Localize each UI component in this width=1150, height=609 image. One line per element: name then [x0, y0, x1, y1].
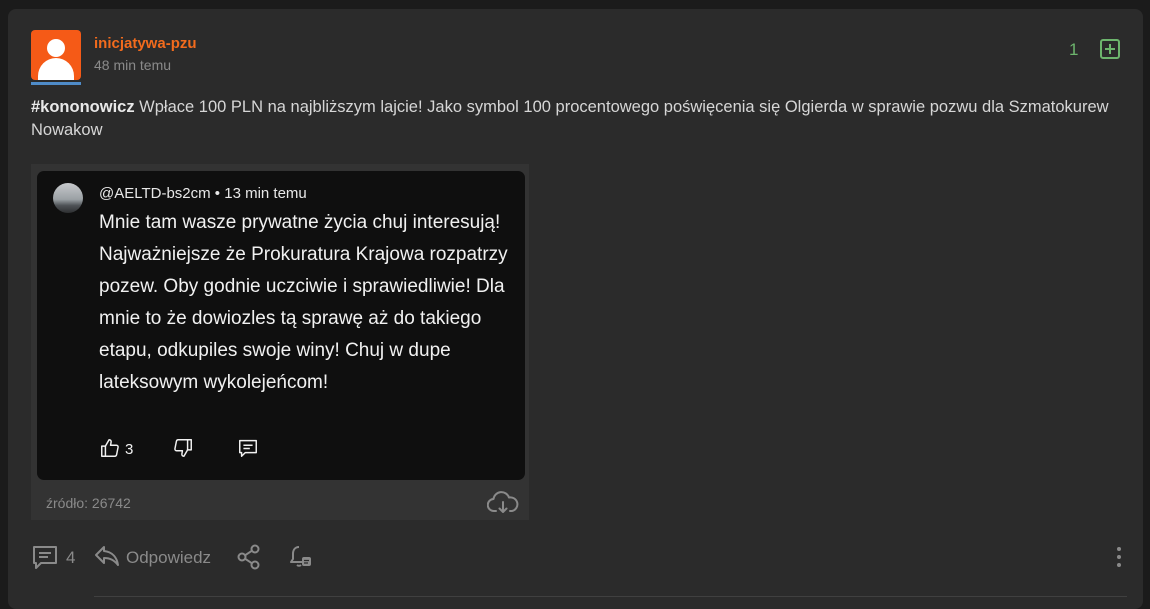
post-text: Wpłace 100 PLN na najbliższym lajcie! Ja…	[31, 98, 1109, 139]
reply-comment-icon	[237, 437, 259, 459]
comment-text: Mnie tam wasze prywatne życia chuj inter…	[99, 212, 508, 393]
embed-container[interactable]: @AELTD-bs2cm • 13 min temu Mnie tam wasz…	[31, 164, 529, 520]
reply-arrow-icon[interactable]	[93, 543, 121, 569]
commenter-header: @AELTD-bs2cm • 13 min temu	[99, 185, 307, 202]
like-icon	[99, 437, 121, 459]
avatar-gender-bar	[31, 82, 81, 85]
like-count: 3	[125, 441, 134, 458]
post-body: #kononowicz Wpłace 100 PLN na najbliższy…	[31, 96, 1121, 142]
cloud-download-icon[interactable]	[487, 491, 519, 515]
bell-icon[interactable]	[286, 543, 314, 571]
comments-count[interactable]: 4	[66, 548, 75, 568]
more-icon[interactable]	[1112, 545, 1126, 569]
commenter-avatar	[53, 183, 83, 213]
embedded-comment-screenshot: @AELTD-bs2cm • 13 min temu Mnie tam wasz…	[37, 171, 525, 480]
author-username[interactable]: inicjatywa-pzu	[94, 35, 197, 52]
author-avatar[interactable]	[31, 30, 81, 85]
comments-divider	[94, 596, 1127, 597]
avatar-image	[31, 30, 81, 80]
image-source[interactable]: źródło: 26742	[46, 495, 131, 511]
plus-vote-icon[interactable]	[1100, 39, 1120, 59]
comments-icon[interactable]	[31, 544, 59, 570]
post-tag[interactable]: #kononowicz	[31, 98, 135, 116]
dislike-icon	[172, 437, 194, 459]
reply-button[interactable]: Odpowiedz	[126, 548, 211, 568]
share-icon[interactable]	[235, 543, 263, 571]
vote-score: 1	[1069, 40, 1079, 59]
post-time[interactable]: 48 min temu	[94, 57, 171, 73]
